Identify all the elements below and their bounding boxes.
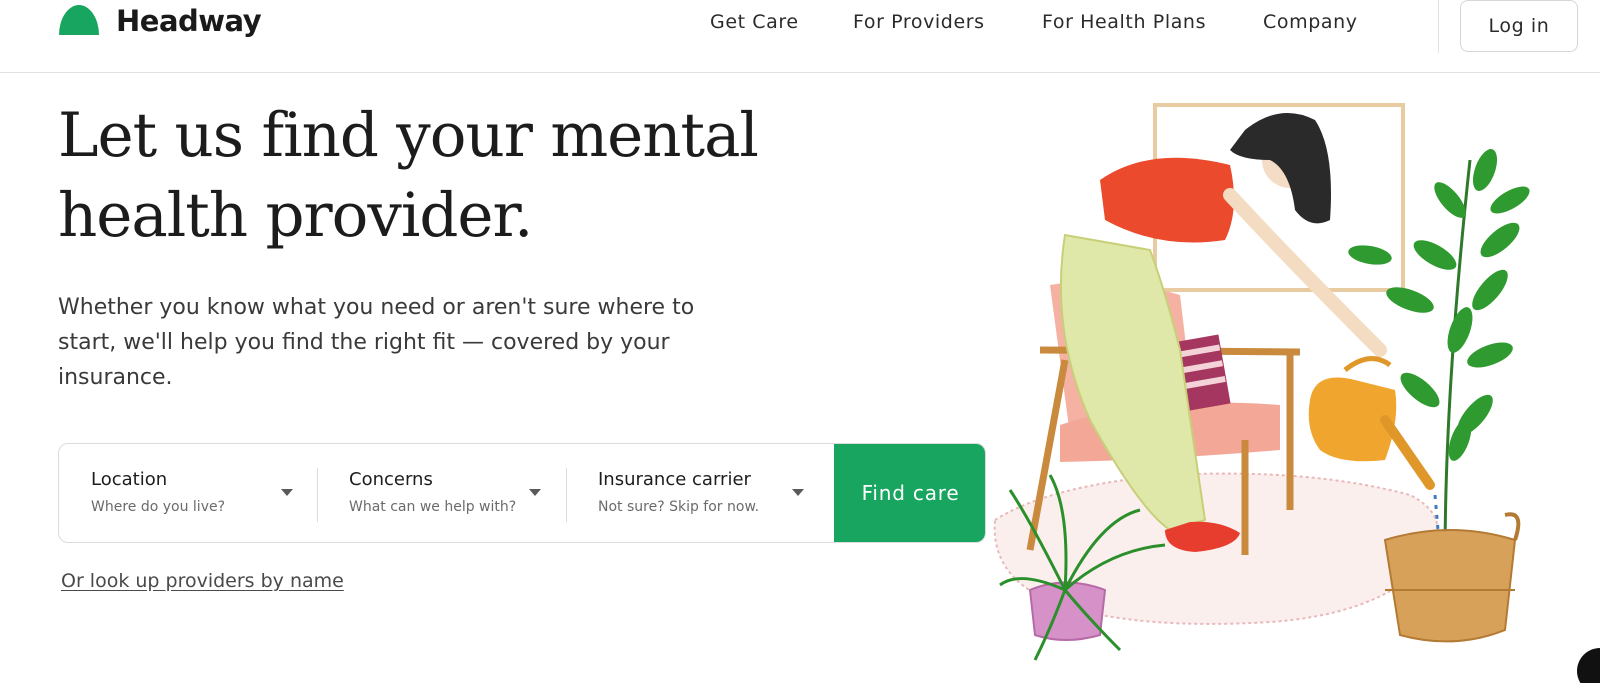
provider-search-bar: Location Where do you live? Concerns Wha… <box>58 443 986 543</box>
chevron-down-icon <box>281 489 293 496</box>
nav-for-health-plans[interactable]: For Health Plans <box>1042 11 1206 33</box>
location-dropdown[interactable]: Location Where do you live? <box>59 444 317 542</box>
hero-illustration <box>990 90 1600 683</box>
chevron-down-icon <box>792 489 804 496</box>
login-button[interactable]: Log in <box>1460 0 1578 52</box>
location-hint: Where do you live? <box>91 499 226 515</box>
insurance-carrier-dropdown[interactable]: Insurance carrier Not sure? Skip for now… <box>566 444 834 542</box>
location-label: Location <box>91 469 168 490</box>
nav-divider <box>1438 0 1439 53</box>
nav-get-care[interactable]: Get Care <box>710 11 799 33</box>
find-care-button[interactable]: Find care <box>834 444 985 542</box>
nav-for-providers[interactable]: For Providers <box>853 11 985 33</box>
page-title: Let us find your mental health provider. <box>58 100 759 251</box>
hero-subtext: Whether you know what you need or aren't… <box>58 295 695 390</box>
insurance-carrier-hint: Not sure? Skip for now. <box>598 499 760 515</box>
chevron-down-icon <box>529 489 541 496</box>
concerns-dropdown[interactable]: Concerns What can we help with? <box>317 444 566 542</box>
insurance-carrier-label: Insurance carrier <box>598 469 751 490</box>
site-header: Headway Get Care For Providers For Healt… <box>0 0 1600 73</box>
nav-company[interactable]: Company <box>1263 11 1358 33</box>
concerns-hint: What can we help with? <box>349 499 517 515</box>
main-nav: Get Care For Providers For Health Plans … <box>0 11 1600 39</box>
concerns-label: Concerns <box>349 469 433 490</box>
lookup-providers-link[interactable]: Or look up providers by name <box>61 570 344 592</box>
